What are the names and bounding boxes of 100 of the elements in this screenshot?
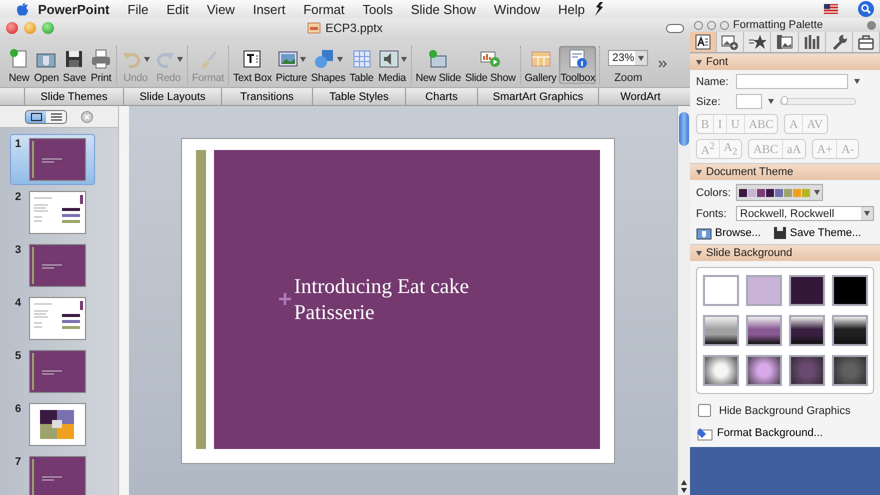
menu-item[interactable]: Tools: [354, 2, 402, 16]
dropdown-arrow-icon[interactable]: [768, 99, 774, 104]
toolbar-button[interactable]: New: [7, 46, 31, 84]
ribbon-tab[interactable]: WordArt: [598, 88, 682, 105]
slide-thumbnail[interactable]: [29, 297, 86, 340]
checkbox[interactable]: [698, 404, 711, 417]
background-style-swatch[interactable]: [746, 315, 782, 346]
scroll-up-icon[interactable]: [681, 480, 687, 485]
caret-icon[interactable]: [336, 56, 343, 62]
section-header[interactable]: Document Theme: [690, 163, 880, 180]
section-header[interactable]: Slide Background: [690, 244, 880, 261]
apple-icon[interactable]: [16, 2, 29, 16]
zoom-button[interactable]: [720, 20, 729, 30]
toolbar-button[interactable]: Save: [62, 46, 88, 84]
slide-thumbnail[interactable]: [29, 456, 86, 495]
font-size-field[interactable]: [736, 94, 762, 109]
menu-item[interactable]: Help: [549, 2, 594, 16]
ribbon-tab[interactable]: Slide Themes: [24, 88, 123, 105]
ribbon-tab[interactable]: SmartArt Graphics: [477, 88, 598, 105]
font-size-slider[interactable]: [780, 98, 856, 105]
menu-item[interactable]: Slide Show: [402, 2, 485, 16]
slide-title[interactable]: Introducing Eat cake Patisserie: [294, 272, 514, 326]
background-style-swatch[interactable]: [832, 275, 868, 306]
background-style-swatch[interactable]: [789, 315, 825, 346]
palette-tab[interactable]: [690, 32, 718, 52]
script-icon[interactable]: [594, 2, 604, 16]
slider-thumb[interactable]: [781, 96, 788, 105]
dropdown-arrow-icon[interactable]: [638, 56, 644, 60]
background-style-swatch[interactable]: [746, 355, 782, 386]
menu-item[interactable]: Edit: [157, 2, 198, 16]
menu-item[interactable]: Window: [484, 2, 550, 16]
caret-icon[interactable]: [300, 56, 306, 62]
toolbar-button[interactable]: Toolbox: [559, 46, 596, 84]
toolbar-button[interactable]: Table: [348, 46, 375, 84]
toolbar-button[interactable]: Picture: [274, 46, 308, 84]
view-toggle-button[interactable]: [26, 110, 46, 122]
ribbon-tab[interactable]: Table Styles: [312, 88, 405, 105]
scrollbar-thumb[interactable]: [679, 112, 689, 146]
slide-thumbnail-item[interactable]: 6: [10, 399, 95, 450]
close-icon[interactable]: [81, 110, 93, 122]
section-header[interactable]: Font: [690, 53, 880, 70]
slide[interactable]: Introducing Eat cake Patisserie: [181, 138, 615, 464]
toolbar-button[interactable]: Print: [89, 46, 114, 84]
toolbar-toggle-button[interactable]: [666, 24, 684, 32]
toolbar-button[interactable]: New Slide: [414, 46, 462, 84]
background-style-swatch[interactable]: [789, 355, 825, 386]
theme-colors-picker[interactable]: [736, 184, 823, 201]
disclosure-triangle-icon[interactable]: [696, 170, 702, 174]
overflow-icon[interactable]: [658, 60, 668, 68]
app-menu[interactable]: PowerPoint: [29, 2, 119, 16]
slide-thumbnail[interactable]: [29, 138, 86, 181]
settings-button[interactable]: [867, 20, 876, 30]
disclosure-triangle-icon[interactable]: [696, 250, 702, 256]
dropdown-arrow-icon[interactable]: [864, 211, 870, 216]
menu-item[interactable]: Format: [294, 2, 354, 16]
slide-thumbnail-item[interactable]: 3: [10, 240, 95, 291]
background-style-swatch[interactable]: [703, 355, 739, 386]
toolbar-button[interactable]: Slide Show: [464, 46, 517, 84]
ribbon-tab[interactable]: Transitions: [221, 88, 312, 105]
slide-thumbnail[interactable]: [29, 191, 86, 234]
browse-button[interactable]: Browse...: [696, 226, 761, 240]
minimize-button[interactable]: [707, 20, 716, 30]
scroll-down-icon[interactable]: [681, 488, 687, 493]
slide-thumbnail-item[interactable]: 4: [10, 293, 95, 344]
zoom-field[interactable]: 23%: [608, 50, 648, 66]
theme-fonts-dropdown[interactable]: Rockwell, Rockwell: [736, 206, 874, 221]
background-style-swatch[interactable]: [703, 275, 739, 306]
search-icon[interactable]: [858, 1, 874, 17]
dropdown-arrow-icon[interactable]: [854, 79, 860, 84]
menu-item[interactable]: File: [118, 2, 158, 16]
slide-thumbnail[interactable]: [29, 244, 86, 287]
slide-thumbnail[interactable]: [29, 350, 86, 393]
slide-thumbnail-item[interactable]: 7: [10, 452, 95, 495]
flag-icon[interactable]: [824, 4, 838, 14]
background-style-swatch[interactable]: [789, 275, 825, 306]
ribbon-tab[interactable]: Slide Layouts: [123, 88, 221, 105]
background-style-swatch[interactable]: [832, 315, 868, 346]
toolbar-button[interactable]: Open: [33, 46, 60, 84]
slide-thumbnail-item[interactable]: 2: [10, 187, 95, 238]
close-button[interactable]: [694, 20, 703, 30]
view-toggle-button[interactable]: [46, 110, 66, 122]
background-style-swatch[interactable]: [703, 315, 739, 346]
toolbar-button[interactable]: Text Box: [232, 46, 273, 84]
toolbar-button[interactable]: Media: [376, 46, 408, 84]
background-style-swatch[interactable]: [832, 355, 868, 386]
slide-thumbnail-item[interactable]: 1: [10, 134, 95, 185]
caret-icon[interactable]: [400, 56, 407, 62]
save-theme-button[interactable]: Save Theme...: [772, 226, 862, 240]
disclosure-triangle-icon[interactable]: [696, 60, 702, 64]
toolbar-button[interactable]: Gallery: [524, 46, 558, 84]
slide-thumbnail[interactable]: [29, 403, 86, 446]
dropdown-arrow-icon[interactable]: [814, 190, 820, 195]
close-button[interactable]: [6, 22, 18, 34]
menu-item[interactable]: Insert: [244, 2, 294, 16]
menu-item[interactable]: View: [198, 2, 244, 16]
format-background-button[interactable]: Format Background...: [696, 425, 874, 441]
font-name-field[interactable]: [736, 74, 848, 89]
toolbar-button[interactable]: Shapes: [310, 46, 346, 84]
ribbon-tab[interactable]: Charts: [405, 88, 477, 105]
slide-thumbnail-item[interactable]: 5: [10, 346, 95, 397]
